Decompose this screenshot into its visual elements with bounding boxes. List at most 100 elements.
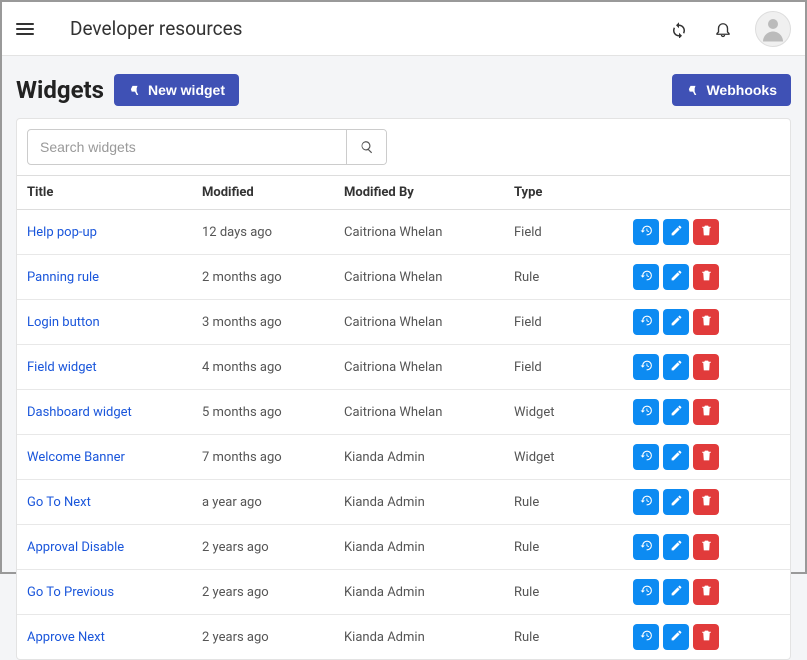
widget-title-link[interactable]: Panning rule: [17, 255, 192, 300]
history-button[interactable]: [633, 579, 659, 605]
edit-button[interactable]: [663, 579, 689, 605]
pin-icon: [128, 83, 142, 97]
history-button[interactable]: [633, 489, 659, 515]
edit-button[interactable]: [663, 444, 689, 470]
history-button[interactable]: [633, 354, 659, 380]
avatar[interactable]: [755, 11, 791, 47]
widget-type: Rule: [504, 615, 584, 660]
page-title: Widgets: [16, 76, 104, 104]
edit-button[interactable]: [663, 354, 689, 380]
edit-button[interactable]: [663, 399, 689, 425]
widget-modified-by: Caitriona Whelan: [334, 255, 504, 300]
bell-icon[interactable]: [705, 11, 741, 47]
edit-button[interactable]: [663, 489, 689, 515]
search-input[interactable]: [28, 139, 346, 155]
widget-title-link[interactable]: Help pop-up: [17, 210, 192, 255]
history-button[interactable]: [633, 534, 659, 560]
webhooks-label: Webhooks: [706, 82, 777, 98]
webhooks-button[interactable]: Webhooks: [672, 74, 791, 106]
edit-icon: [670, 404, 683, 420]
table-row: Go To Previous2 years agoKianda AdminRul…: [17, 570, 790, 615]
widget-type: Widget: [504, 435, 584, 480]
search-button[interactable]: [346, 130, 386, 164]
col-modified-by[interactable]: Modified By: [334, 176, 504, 210]
edit-button[interactable]: [663, 264, 689, 290]
history-icon: [640, 629, 653, 645]
delete-button[interactable]: [693, 309, 719, 335]
delete-button[interactable]: [693, 579, 719, 605]
delete-button[interactable]: [693, 354, 719, 380]
col-modified[interactable]: Modified: [192, 176, 334, 210]
widget-title-link[interactable]: Welcome Banner: [17, 435, 192, 480]
widget-type: Field: [504, 210, 584, 255]
search-icon: [360, 140, 374, 154]
widget-modified: 2 years ago: [192, 525, 334, 570]
edit-button[interactable]: [663, 624, 689, 650]
col-type[interactable]: Type: [504, 176, 584, 210]
history-button[interactable]: [633, 309, 659, 335]
history-icon: [640, 224, 653, 240]
widget-modified: 2 months ago: [192, 255, 334, 300]
widget-title-link[interactable]: Dashboard widget: [17, 390, 192, 435]
widget-modified-by: Caitriona Whelan: [334, 390, 504, 435]
table-row: Approve Next2 years agoKianda AdminRule: [17, 615, 790, 660]
delete-button[interactable]: [693, 219, 719, 245]
edit-icon: [670, 359, 683, 375]
menu-toggle[interactable]: [16, 20, 34, 38]
app-title: Developer resources: [70, 17, 242, 40]
history-button[interactable]: [633, 444, 659, 470]
delete-button[interactable]: [693, 444, 719, 470]
trash-icon: [700, 449, 713, 465]
widget-title-link[interactable]: Field widget: [17, 345, 192, 390]
widget-title-link[interactable]: Go To Next: [17, 480, 192, 525]
widget-modified: 12 days ago: [192, 210, 334, 255]
history-icon: [640, 404, 653, 420]
edit-icon: [670, 314, 683, 330]
history-icon: [640, 584, 653, 600]
table-row: Field widget4 months agoCaitriona Whelan…: [17, 345, 790, 390]
edit-icon: [670, 224, 683, 240]
trash-icon: [700, 539, 713, 555]
history-button[interactable]: [633, 219, 659, 245]
col-padding: [729, 176, 790, 210]
widget-title-link[interactable]: Approval Disable: [17, 525, 192, 570]
edit-button[interactable]: [663, 219, 689, 245]
trash-icon: [700, 584, 713, 600]
edit-icon: [670, 449, 683, 465]
widget-type: Rule: [504, 480, 584, 525]
widget-modified: 2 years ago: [192, 570, 334, 615]
widget-modified-by: Caitriona Whelan: [334, 300, 504, 345]
edit-button[interactable]: [663, 534, 689, 560]
widget-title-link[interactable]: Approve Next: [17, 615, 192, 660]
new-widget-button[interactable]: New widget: [114, 74, 239, 106]
delete-button[interactable]: [693, 489, 719, 515]
delete-button[interactable]: [693, 534, 719, 560]
history-button[interactable]: [633, 264, 659, 290]
widget-modified-by: Caitriona Whelan: [334, 345, 504, 390]
delete-button[interactable]: [693, 264, 719, 290]
refresh-icon[interactable]: [661, 11, 697, 47]
delete-button[interactable]: [693, 399, 719, 425]
widget-modified-by: Kianda Admin: [334, 435, 504, 480]
widget-title-link[interactable]: Go To Previous: [17, 570, 192, 615]
widget-type: Rule: [504, 570, 584, 615]
widget-modified-by: Kianda Admin: [334, 570, 504, 615]
widget-modified: 7 months ago: [192, 435, 334, 480]
table-row: Login button3 months agoCaitriona Whelan…: [17, 300, 790, 345]
table-row: Welcome Banner7 months agoKianda AdminWi…: [17, 435, 790, 480]
trash-icon: [700, 224, 713, 240]
table-row: Go To Nexta year agoKianda AdminRule: [17, 480, 790, 525]
widget-modified-by: Kianda Admin: [334, 615, 504, 660]
edit-button[interactable]: [663, 309, 689, 335]
widget-title-link[interactable]: Login button: [17, 300, 192, 345]
widget-modified: 5 months ago: [192, 390, 334, 435]
widget-modified: 4 months ago: [192, 345, 334, 390]
col-title[interactable]: Title: [17, 176, 192, 210]
history-button[interactable]: [633, 624, 659, 650]
widget-type: Field: [504, 345, 584, 390]
history-icon: [640, 539, 653, 555]
table-row: Approval Disable2 years agoKianda AdminR…: [17, 525, 790, 570]
history-button[interactable]: [633, 399, 659, 425]
delete-button[interactable]: [693, 624, 719, 650]
widget-modified-by: Kianda Admin: [334, 480, 504, 525]
